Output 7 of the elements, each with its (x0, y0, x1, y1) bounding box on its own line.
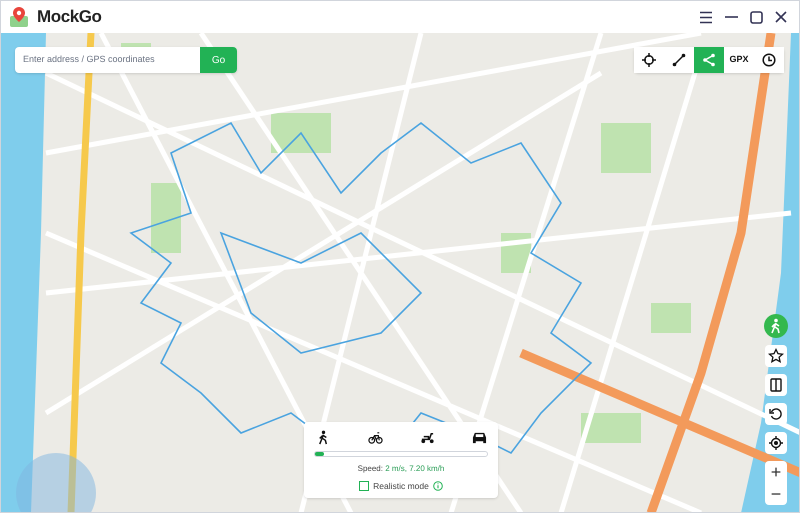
speed-label: Speed: (358, 464, 383, 473)
gpx-button[interactable]: GPX (724, 47, 754, 73)
realistic-mode-label: Realistic mode (373, 480, 429, 493)
speed-value: 2 m/s, 7.20 km/h (385, 464, 444, 473)
app-title: MockGo (37, 6, 102, 28)
zoom-out-button[interactable]: − (765, 483, 787, 505)
zoom-in-button[interactable]: + (765, 461, 787, 483)
